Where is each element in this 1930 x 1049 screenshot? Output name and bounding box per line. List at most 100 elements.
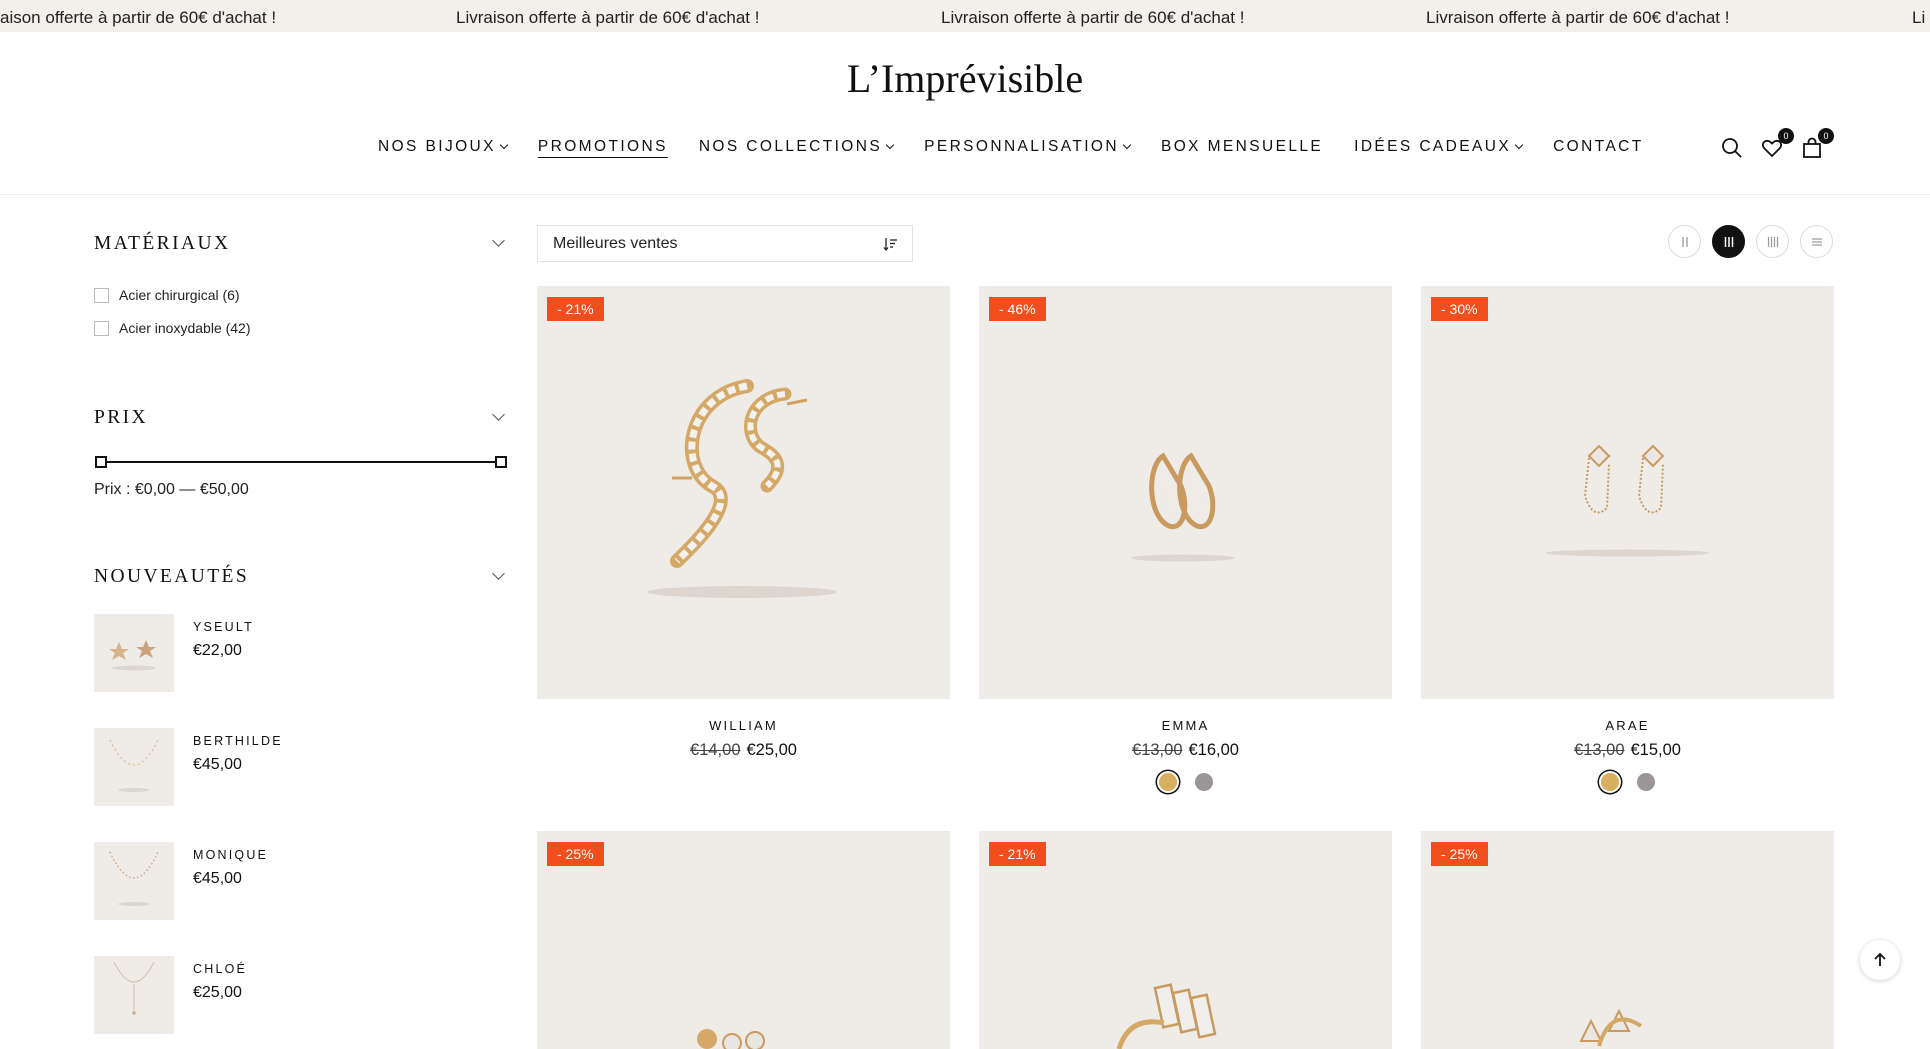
product-image[interactable]: - 25% bbox=[1421, 831, 1834, 1049]
header-actions: 0 0 bbox=[1720, 128, 1840, 162]
nav-label: CONTACT bbox=[1553, 138, 1644, 155]
color-swatches bbox=[1421, 773, 1834, 791]
filter-title-materiaux[interactable]: MATÉRIAUX bbox=[94, 233, 230, 255]
old-price: €14,00 bbox=[690, 741, 741, 759]
nav-label: BOX MENSUELLE bbox=[1160, 138, 1324, 155]
product-price: €13,00 €16,00 bbox=[979, 741, 1392, 760]
product-name[interactable]: ARAE bbox=[1421, 718, 1834, 733]
color-swatches bbox=[979, 773, 1392, 791]
nav-box-mensuelle[interactable]: BOX MENSUELLE bbox=[1161, 138, 1323, 156]
product-thumbnail[interactable] bbox=[94, 956, 174, 1034]
three-columns-button[interactable] bbox=[1712, 225, 1745, 258]
product-name[interactable]: EMMA bbox=[979, 718, 1392, 733]
product-image[interactable]: - 30% bbox=[1421, 286, 1834, 699]
arrow-up-icon bbox=[1874, 952, 1886, 966]
product-image[interactable]: - 21% bbox=[537, 286, 950, 699]
two-columns-button[interactable] bbox=[1668, 225, 1701, 258]
product-thumbnail[interactable] bbox=[94, 842, 174, 920]
price-range-label: Prix : €0,00 — €50,00 bbox=[94, 481, 249, 498]
sort-icon bbox=[883, 238, 897, 252]
silver-swatch[interactable] bbox=[1636, 773, 1655, 791]
four-columns-button[interactable] bbox=[1756, 225, 1789, 258]
old-price: €13,00 bbox=[1574, 741, 1625, 759]
four-columns-icon bbox=[1767, 236, 1778, 247]
nav-personnalisation[interactable]: PERSONNALISATION bbox=[924, 138, 1132, 156]
wishlist-button[interactable]: 0 bbox=[1760, 128, 1794, 162]
wishlist-count-badge: 0 bbox=[1778, 128, 1794, 144]
layout-switcher bbox=[1668, 225, 1844, 258]
checkbox[interactable] bbox=[94, 287, 109, 303]
cart-count-badge: 0 bbox=[1818, 128, 1834, 144]
gold-swatch[interactable] bbox=[1600, 773, 1619, 791]
search-icon bbox=[1722, 138, 1742, 158]
nav-label: PROMOTIONS bbox=[537, 138, 668, 155]
nav-contact[interactable]: CONTACT bbox=[1553, 138, 1644, 156]
product-name[interactable]: WILLIAM bbox=[537, 718, 950, 733]
checkbox[interactable] bbox=[94, 320, 109, 336]
price-slider-track[interactable] bbox=[100, 461, 500, 463]
announcement-text: Livraison offerte à partir de 60€ d'acha… bbox=[456, 8, 760, 27]
necklace-image bbox=[109, 739, 159, 792]
announcement-bar: aison offerte à partir de 60€ d'achat ! … bbox=[0, 0, 1930, 32]
sort-select[interactable]: Meilleures ventes bbox=[537, 225, 913, 262]
new-product-price: €25,00 bbox=[193, 984, 242, 1001]
announcement-text: Livraison offerte à partir de 60€ d'acha… bbox=[1426, 8, 1730, 27]
nav-label: IDÉES CADEAUX bbox=[1354, 138, 1512, 155]
new-product-name[interactable]: BERTHILDE bbox=[193, 734, 283, 748]
nav-nos-bijoux[interactable]: NOS BIJOUX bbox=[378, 138, 509, 156]
site-logo[interactable]: L’Imprévisible bbox=[0, 55, 1930, 102]
huggie-earrings-image bbox=[1131, 452, 1235, 562]
filter-option-acier-inoxydable[interactable]: Acier inoxydable (42) bbox=[94, 320, 251, 336]
chevron-down-icon[interactable] bbox=[492, 408, 505, 421]
product-thumbnail[interactable] bbox=[94, 728, 174, 806]
new-product-price: €22,00 bbox=[193, 642, 242, 659]
new-product-price: €45,00 bbox=[193, 870, 242, 887]
filter-option-label: Acier chirurgical (6) bbox=[119, 287, 240, 303]
chevron-down-icon bbox=[499, 140, 509, 150]
announcement-text: aison offerte à partir de 60€ d'achat ! bbox=[0, 8, 277, 27]
nav-label: NOS COLLECTIONS bbox=[698, 138, 883, 155]
product-thumbnail[interactable] bbox=[94, 614, 174, 692]
necklace-image bbox=[109, 851, 159, 906]
list-view-icon bbox=[1811, 237, 1822, 246]
starfish-earrings-image bbox=[109, 640, 156, 671]
sale-price: €16,00 bbox=[1188, 741, 1239, 759]
sale-price: €15,00 bbox=[1630, 741, 1681, 759]
silver-swatch[interactable] bbox=[1194, 773, 1213, 791]
search-button[interactable] bbox=[1720, 136, 1746, 162]
announcement-text: Li bbox=[1912, 8, 1926, 27]
price-slider-min-handle[interactable] bbox=[95, 456, 107, 468]
cart-button[interactable]: 0 bbox=[1800, 128, 1834, 162]
discount-badge: - 25% bbox=[547, 842, 604, 866]
chevron-down-icon bbox=[1514, 140, 1524, 150]
chevron-down-icon bbox=[1122, 140, 1132, 150]
product-price: €14,00 €25,00 bbox=[537, 741, 950, 760]
product-image[interactable]: - 21% bbox=[979, 831, 1392, 1049]
gold-swatch[interactable] bbox=[1158, 773, 1177, 791]
back-to-top-button[interactable] bbox=[1860, 940, 1900, 980]
price-slider-max-handle[interactable] bbox=[495, 456, 507, 468]
lariat-necklace-image bbox=[113, 961, 155, 1015]
filter-option-label: Acier inoxydable (42) bbox=[119, 320, 251, 336]
chevron-down-icon bbox=[885, 140, 895, 150]
chain-earrings-image bbox=[1545, 444, 1709, 557]
filter-title-nouveautes[interactable]: NOUVEAUTÉS bbox=[94, 566, 249, 588]
product-price: €13,00 €15,00 bbox=[1421, 741, 1834, 760]
new-product-name[interactable]: MONIQUE bbox=[193, 848, 268, 862]
hoop-earrings-image bbox=[647, 379, 837, 598]
new-product-name[interactable]: CHLOÉ bbox=[193, 962, 247, 976]
chevron-down-icon[interactable] bbox=[492, 567, 505, 580]
nav-nos-collections[interactable]: NOS COLLECTIONS bbox=[698, 138, 895, 156]
list-view-button[interactable] bbox=[1800, 225, 1833, 258]
new-product-name[interactable]: YSEULT bbox=[193, 620, 254, 634]
filter-option-acier-chirurgical[interactable]: Acier chirurgical (6) bbox=[94, 287, 240, 303]
main-nav: NOS BIJOUX PROMOTIONS NOS COLLECTIONS PE… bbox=[378, 138, 1675, 156]
product-image[interactable]: - 25% bbox=[537, 831, 950, 1049]
filter-title-prix[interactable]: PRIX bbox=[94, 407, 148, 429]
nav-promotions[interactable]: PROMOTIONS bbox=[538, 138, 668, 156]
product-image[interactable]: - 46% bbox=[979, 286, 1392, 699]
nav-idees-cadeaux[interactable]: IDÉES CADEAUX bbox=[1354, 138, 1524, 156]
sale-price: €25,00 bbox=[746, 741, 797, 759]
chevron-down-icon[interactable] bbox=[492, 234, 505, 247]
discount-badge: - 46% bbox=[989, 297, 1046, 321]
